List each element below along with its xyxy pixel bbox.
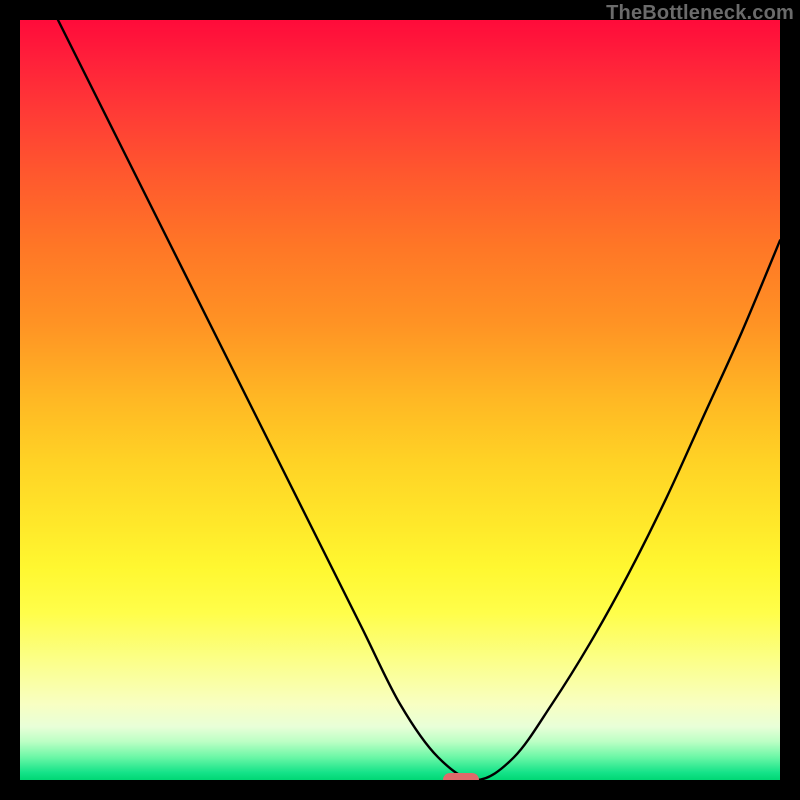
min-marker [443, 773, 479, 780]
curve-path [20, 20, 780, 780]
watermark-text: TheBottleneck.com [606, 2, 794, 25]
plot-area [20, 20, 780, 780]
bottleneck-curve [20, 20, 780, 780]
chart-frame: TheBottleneck.com [0, 0, 800, 800]
